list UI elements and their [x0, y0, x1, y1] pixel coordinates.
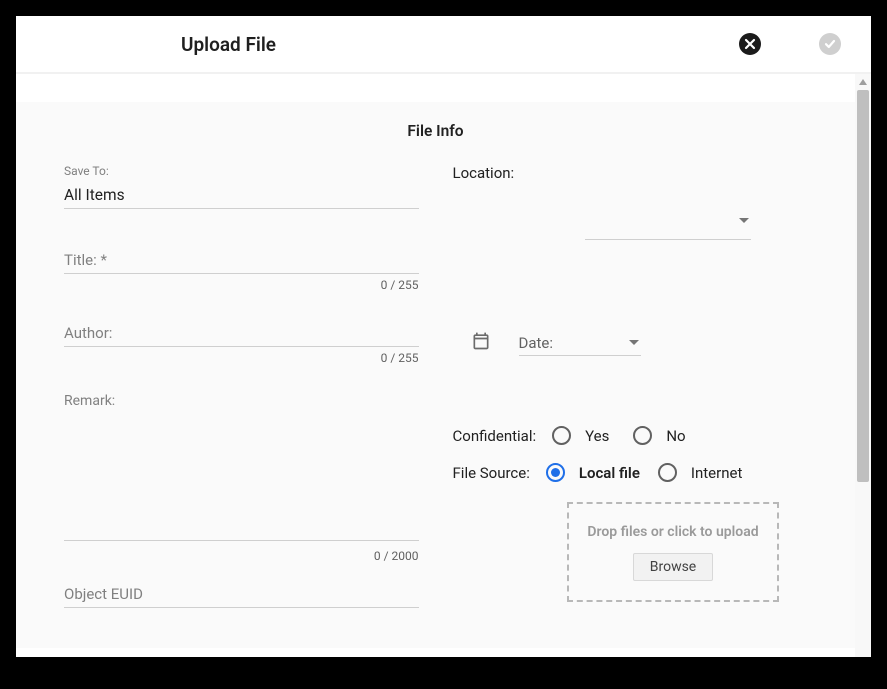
vertical-scrollbar[interactable] — [855, 74, 871, 657]
calendar-icon[interactable] — [471, 331, 491, 355]
location-row: Location: — [453, 164, 808, 182]
date-placeholder: Date: — [519, 334, 554, 352]
dialog-frame: Upload File File Info Save To: — [16, 16, 871, 657]
remark-label: Remark: — [64, 393, 419, 409]
confidential-no-radio[interactable] — [633, 426, 652, 445]
browse-button[interactable]: Browse — [633, 553, 713, 581]
panel-title: File Info — [16, 122, 855, 140]
confidential-yes-radio[interactable] — [552, 426, 571, 445]
check-icon — [823, 37, 837, 51]
confidential-label: Confidential: — [453, 427, 537, 445]
title-counter: 0 / 255 — [64, 278, 419, 292]
author-input[interactable] — [64, 320, 419, 347]
date-select[interactable]: Date: — [519, 330, 641, 356]
confirm-button[interactable] — [819, 33, 841, 55]
author-field: 0 / 255 — [64, 320, 419, 365]
date-row: Date: — [453, 330, 808, 356]
title-field: 0 / 255 — [64, 247, 419, 292]
confidential-yes-label[interactable]: Yes — [585, 427, 609, 445]
remark-field: Remark: 0 / 2000 — [64, 393, 419, 563]
confidential-no-label[interactable]: No — [666, 427, 685, 445]
save-to-input[interactable] — [64, 182, 419, 209]
scrollbar-thumb[interactable] — [857, 90, 869, 482]
location-select[interactable] — [585, 212, 751, 240]
file-info-panel: File Info Save To: 0 / 255 — [16, 102, 855, 648]
dropzone-text: Drop files or click to upload — [575, 523, 770, 542]
chevron-down-icon — [629, 340, 639, 345]
confidential-row: Confidential: Yes No — [453, 426, 808, 445]
author-counter: 0 / 255 — [64, 351, 419, 365]
file-source-local-label[interactable]: Local file — [579, 464, 640, 482]
dialog-title: Upload File — [181, 33, 276, 56]
right-column: Location: Date: — [453, 164, 808, 608]
content: File Info Save To: 0 / 255 — [16, 74, 855, 657]
file-source-local-radio[interactable] — [546, 463, 565, 482]
chevron-down-icon — [739, 218, 749, 223]
save-to-label: Save To: — [64, 164, 419, 178]
close-icon — [744, 38, 756, 50]
dialog-header: Upload File — [16, 16, 871, 74]
scroll-up-arrow[interactable] — [855, 74, 871, 90]
file-source-row: File Source: Local file Internet — [453, 463, 808, 482]
location-select-row — [453, 192, 808, 240]
title-input[interactable] — [64, 247, 419, 274]
location-label: Location: — [453, 164, 515, 182]
remark-counter: 0 / 2000 — [64, 549, 419, 563]
scroll-area: File Info Save To: 0 / 255 — [16, 74, 871, 657]
file-source-internet-radio[interactable] — [658, 463, 677, 482]
save-to-field: Save To: — [64, 164, 419, 209]
object-euid-input[interactable] — [64, 581, 419, 608]
columns: Save To: 0 / 255 0 / 255 Remark: — [16, 164, 855, 608]
file-source-internet-label[interactable]: Internet — [691, 464, 742, 482]
left-column: Save To: 0 / 255 0 / 255 Remark: — [64, 164, 419, 608]
header-actions — [739, 33, 841, 55]
remark-input[interactable] — [64, 413, 419, 541]
dropzone[interactable]: Drop files or click to upload Browse — [567, 502, 779, 602]
file-source-label: File Source: — [453, 464, 530, 482]
object-euid-field — [64, 581, 419, 608]
close-button[interactable] — [739, 33, 761, 55]
